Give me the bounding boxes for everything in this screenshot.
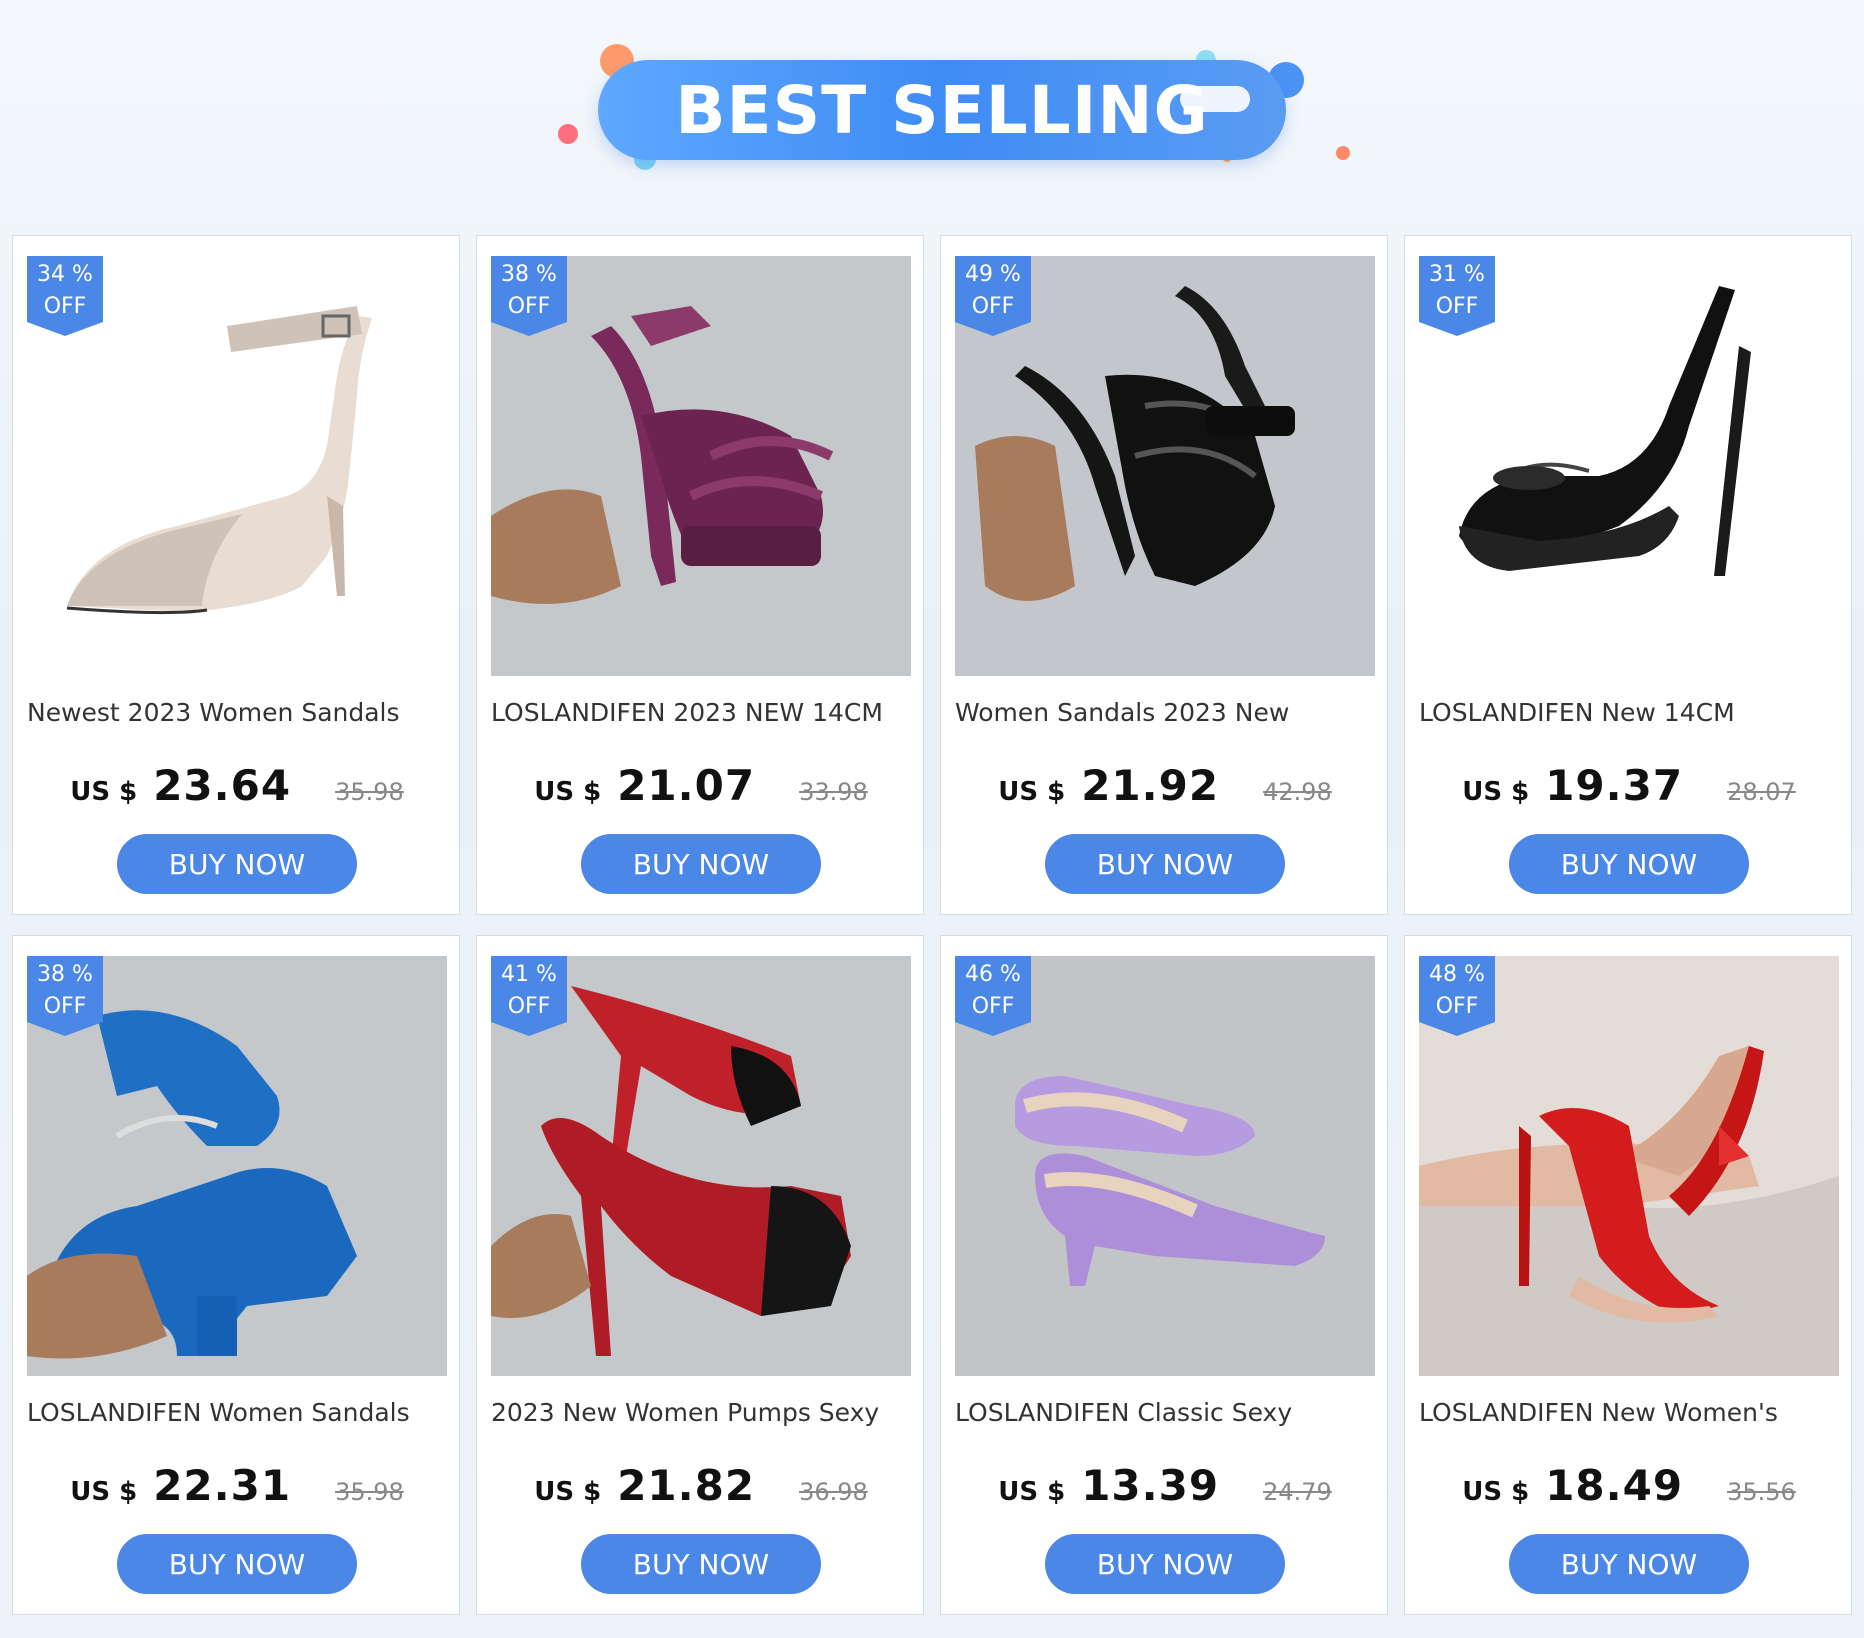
currency-label: US $	[534, 777, 602, 807]
discount-badge: 31 % OFF	[1419, 256, 1495, 336]
product-card[interactable]: 48 % OFF LOSLANDIFEN New Women's US $ 18…	[1404, 935, 1852, 1615]
currency-label: US $	[70, 1477, 138, 1507]
best-selling-banner: BEST SELLING	[0, 0, 1864, 230]
original-price: 35.98	[335, 1478, 404, 1506]
currency-label: US $	[998, 1477, 1066, 1507]
product-title[interactable]: Newest 2023 Women Sandals	[27, 698, 447, 732]
product-title[interactable]: LOSLANDIFEN Women Sandals	[27, 1398, 447, 1432]
discount-badge: 49 % OFF	[955, 256, 1031, 336]
product-card[interactable]: 34 % OFF Newest 2023 Women Sandals US $ …	[12, 235, 460, 915]
discount-percent: 48 %	[1429, 962, 1485, 987]
price-row: US $ 13.39 24.79	[941, 1461, 1389, 1521]
discount-off-label: OFF	[507, 294, 551, 319]
product-card[interactable]: 41 % OFF 2023 New Women Pumps Sexy US $ …	[476, 935, 924, 1615]
currency-label: US $	[534, 1477, 602, 1507]
buy-now-button[interactable]: BUY NOW	[581, 1534, 821, 1594]
price-row: US $ 21.82 36.98	[477, 1461, 925, 1521]
original-price: 42.98	[1263, 778, 1332, 806]
banner-title: BEST SELLING	[675, 71, 1209, 149]
price-row: US $ 19.37 28.07	[1405, 761, 1853, 821]
discount-off-label: OFF	[1435, 994, 1479, 1019]
discount-off-label: OFF	[971, 994, 1015, 1019]
sale-price: 21.82	[617, 1461, 756, 1510]
original-price: 36.98	[799, 1478, 868, 1506]
price-row: US $ 21.92 42.98	[941, 761, 1389, 821]
discount-percent: 38 %	[501, 262, 557, 287]
product-title[interactable]: LOSLANDIFEN 2023 NEW 14CM	[491, 698, 911, 732]
buy-now-button[interactable]: BUY NOW	[1045, 1534, 1285, 1594]
discount-percent: 31 %	[1429, 262, 1485, 287]
product-card[interactable]: 38 % OFF LOSLANDIFEN Women Sandals US $ …	[12, 935, 460, 1615]
product-card[interactable]: 46 % OFF LOSLANDIFEN Classic Sexy US $ 1…	[940, 935, 1388, 1615]
discount-percent: 38 %	[37, 962, 93, 987]
original-price: 35.98	[335, 778, 404, 806]
discount-badge: 48 % OFF	[1419, 956, 1495, 1036]
discount-percent: 46 %	[965, 962, 1021, 987]
currency-label: US $	[1462, 1477, 1530, 1507]
sale-price: 23.64	[153, 761, 292, 810]
product-card[interactable]: 49 % OFF Women Sandals 2023 New US $ 21.…	[940, 235, 1388, 915]
buy-now-button[interactable]: BUY NOW	[581, 834, 821, 894]
currency-label: US $	[1462, 777, 1530, 807]
product-title[interactable]: LOSLANDIFEN New Women's	[1419, 1398, 1839, 1432]
buy-now-button[interactable]: BUY NOW	[1509, 1534, 1749, 1594]
discount-badge: 38 % OFF	[491, 256, 567, 336]
sale-price: 22.31	[153, 1461, 292, 1510]
original-price: 33.98	[799, 778, 868, 806]
buy-now-button[interactable]: BUY NOW	[1045, 834, 1285, 894]
product-title[interactable]: Women Sandals 2023 New	[955, 698, 1375, 732]
discount-off-label: OFF	[1435, 294, 1479, 319]
decor-bubble-icon	[558, 124, 578, 144]
buy-now-button[interactable]: BUY NOW	[117, 1534, 357, 1594]
discount-percent: 49 %	[965, 262, 1021, 287]
price-row: US $ 18.49 35.56	[1405, 1461, 1853, 1521]
sale-price: 21.07	[617, 761, 756, 810]
price-row: US $ 21.07 33.98	[477, 761, 925, 821]
discount-percent: 41 %	[501, 962, 557, 987]
price-row: US $ 22.31 35.98	[13, 1461, 461, 1521]
product-card[interactable]: 38 % OFF LOSLANDIFEN 2023 NEW 14CM US $ …	[476, 235, 924, 915]
price-row: US $ 23.64 35.98	[13, 761, 461, 821]
discount-off-label: OFF	[971, 294, 1015, 319]
sale-price: 21.92	[1081, 761, 1220, 810]
discount-badge: 41 % OFF	[491, 956, 567, 1036]
sale-price: 18.49	[1545, 1461, 1684, 1510]
discount-badge: 46 % OFF	[955, 956, 1031, 1036]
product-title[interactable]: 2023 New Women Pumps Sexy	[491, 1398, 911, 1432]
product-title[interactable]: LOSLANDIFEN New 14CM	[1419, 698, 1839, 732]
product-card[interactable]: 31 % OFF LOSLANDIFEN New 14CM US $ 19.37…	[1404, 235, 1852, 915]
original-price: 24.79	[1263, 1478, 1332, 1506]
buy-now-button[interactable]: BUY NOW	[1509, 834, 1749, 894]
sale-price: 19.37	[1545, 761, 1684, 810]
decor-bubble-icon	[1336, 146, 1350, 160]
discount-badge: 34 % OFF	[27, 256, 103, 336]
original-price: 35.56	[1727, 1478, 1796, 1506]
buy-now-button[interactable]: BUY NOW	[117, 834, 357, 894]
currency-label: US $	[70, 777, 138, 807]
discount-off-label: OFF	[507, 994, 551, 1019]
discount-badge: 38 % OFF	[27, 956, 103, 1036]
discount-percent: 34 %	[37, 262, 93, 287]
product-title[interactable]: LOSLANDIFEN Classic Sexy	[955, 1398, 1375, 1432]
sale-price: 13.39	[1081, 1461, 1220, 1510]
discount-off-label: OFF	[43, 994, 87, 1019]
original-price: 28.07	[1727, 778, 1796, 806]
discount-off-label: OFF	[43, 294, 87, 319]
currency-label: US $	[998, 777, 1066, 807]
